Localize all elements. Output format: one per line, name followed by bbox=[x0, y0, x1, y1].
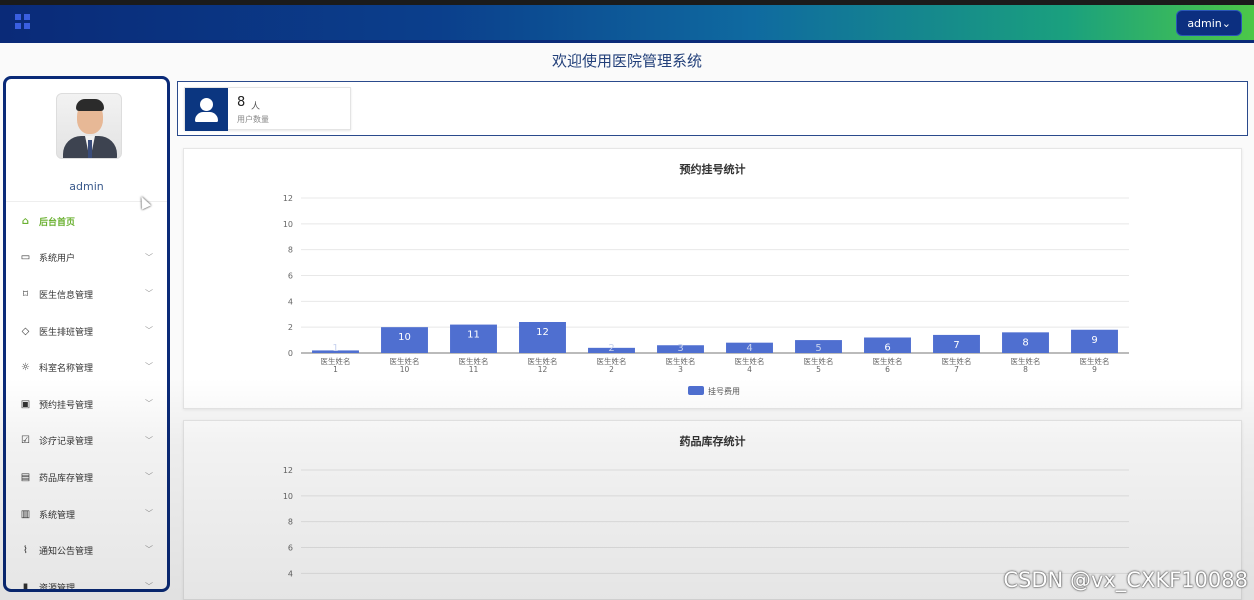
y-tick-label: 4 bbox=[288, 569, 293, 578]
bar-data-label: 3 bbox=[677, 343, 683, 354]
sidebar-username: admin bbox=[69, 180, 104, 193]
y-tick-label: 6 bbox=[288, 272, 293, 281]
tag-icon: ◇ bbox=[21, 325, 30, 337]
sidebar-item-system-users[interactable]: ▭ 系统用户 ﹀ bbox=[6, 240, 167, 277]
welcome-title: 欢迎使用医院管理系统 bbox=[551, 52, 702, 70]
y-tick-label: 12 bbox=[283, 194, 293, 203]
bar-data-label: 8 bbox=[1022, 337, 1028, 348]
chevron-down-icon: ﹀ bbox=[145, 398, 153, 408]
archive-icon: ▥ bbox=[20, 508, 31, 520]
chevron-down-icon: ﹀ bbox=[145, 289, 153, 299]
sidebar-item-label: 预约挂号管理 bbox=[39, 400, 94, 411]
inbox-icon: ▣ bbox=[20, 398, 31, 410]
chevron-down-icon: ﹀ bbox=[145, 581, 153, 591]
y-tick-label: 8 bbox=[288, 518, 293, 527]
bar-data-label: 4 bbox=[746, 343, 752, 354]
bar-data-label: 5 bbox=[815, 343, 821, 354]
sidebar-item-drug-inventory[interactable]: ▤ 药品库存管理 ﹀ bbox=[6, 459, 167, 496]
legend-swatch bbox=[688, 386, 704, 395]
grid-menu-icon[interactable] bbox=[15, 14, 30, 29]
sidebar-item-label: 资源管理 bbox=[39, 583, 76, 592]
stat-panel: 8 人 用户数量 bbox=[177, 81, 1248, 136]
bar-data-label: 2 bbox=[608, 343, 614, 354]
sidebar-item-label: 系统管理 bbox=[39, 510, 76, 521]
bar-data-label: 12 bbox=[536, 327, 549, 338]
bar-data-label: 6 bbox=[884, 343, 890, 354]
sidebar-item-treatment-records[interactable]: ☑ 诊疗记录管理 ﹀ bbox=[6, 423, 167, 460]
bar-data-label: 1 bbox=[332, 343, 338, 354]
chevron-down-icon: ﹀ bbox=[145, 435, 153, 445]
x-tick-label: 11 bbox=[469, 365, 479, 374]
x-tick-label: 3 bbox=[678, 365, 683, 374]
bar-data-label: 9 bbox=[1091, 335, 1097, 346]
user-count-value: 8 bbox=[237, 95, 246, 110]
sidebar-item-label: 科室名称管理 bbox=[39, 364, 94, 375]
y-tick-label: 12 bbox=[283, 466, 293, 475]
sidebar-item-appointment[interactable]: ▣ 预约挂号管理 ﹀ bbox=[6, 386, 167, 423]
user-count-label: 用户数量 bbox=[237, 115, 269, 124]
y-tick-label: 4 bbox=[288, 297, 293, 306]
x-tick-label: 8 bbox=[1023, 365, 1028, 374]
x-tick-label: 10 bbox=[400, 365, 410, 374]
sidebar-item-label: 医生信息管理 bbox=[39, 290, 94, 301]
message-icon: ▤ bbox=[20, 471, 31, 483]
bar-data-label: 7 bbox=[953, 340, 959, 351]
clipboard-check-icon: ☑ bbox=[21, 435, 30, 447]
x-tick-label: 9 bbox=[1092, 365, 1097, 374]
x-tick-label: 5 bbox=[816, 365, 821, 374]
x-tick-label: 7 bbox=[954, 365, 959, 374]
sidebar-item-label: 诊疗记录管理 bbox=[39, 437, 94, 448]
sidebar-item-notices[interactable]: ⌇ 通知公告管理 ﹀ bbox=[6, 532, 167, 569]
sidebar-item-system-admin[interactable]: ▥ 系统管理 ﹀ bbox=[6, 496, 167, 533]
sun-icon: ☼ bbox=[21, 362, 30, 374]
bar-data-label: 10 bbox=[398, 332, 411, 343]
sidebar-item-department[interactable]: ☼ 科室名称管理 ﹀ bbox=[6, 349, 167, 386]
sidebar-item-label: 药品库存管理 bbox=[39, 473, 94, 484]
top-bar: admin⌄ bbox=[0, 0, 1254, 43]
y-tick-label: 8 bbox=[288, 246, 293, 255]
user-count-card: 8 人 用户数量 bbox=[184, 87, 351, 131]
y-tick-label: 10 bbox=[283, 492, 293, 501]
sidebar-menu: ⌂ 后台首页 ▭ 系统用户 ﹀ ⌑ 医生信息管理 ﹀ ◇ 医生排班管理 ﹀ ☼ 科室名称管理 ﹀ … bbox=[6, 203, 167, 592]
sidebar-item-label: 系统用户 bbox=[39, 254, 76, 265]
sidebar: admin ⌂ 后台首页 ▭ 系统用户 ﹀ ⌑ 医生信息管理 ﹀ ◇ 医生排班管理 ﹀ ☼ 科室… bbox=[3, 76, 170, 592]
x-tick-label: 6 bbox=[885, 365, 890, 374]
user-icon bbox=[185, 88, 228, 131]
sidebar-item-resources[interactable]: ▮ 资源管理 ﹀ bbox=[6, 569, 167, 592]
chevron-down-icon: ﹀ bbox=[145, 508, 153, 518]
user-count-unit: 人 bbox=[251, 102, 261, 112]
chevron-down-icon: ﹀ bbox=[145, 545, 153, 555]
x-tick-label: 2 bbox=[609, 365, 614, 374]
watermark: CSDN @vx_CXKF10088 bbox=[1003, 568, 1248, 592]
chevron-down-icon: ﹀ bbox=[145, 362, 153, 372]
laptop-icon: ▭ bbox=[20, 252, 31, 264]
sidebar-item-label: 通知公告管理 bbox=[39, 547, 94, 558]
avatar bbox=[56, 93, 122, 159]
y-tick-label: 0 bbox=[288, 349, 293, 358]
sidebar-item-label: 后台首页 bbox=[39, 217, 76, 228]
paperclip-icon: ⌇ bbox=[23, 545, 28, 557]
x-tick-label: 12 bbox=[538, 365, 548, 374]
home-icon: ⌂ bbox=[21, 215, 30, 227]
appointment-bar-chart: 0246810121医生姓名110医生姓名1011医生姓名1112医生姓名122… bbox=[283, 194, 1129, 396]
y-tick-label: 2 bbox=[288, 323, 293, 332]
legend-label: 挂号费用 bbox=[708, 386, 740, 396]
bookmark-icon: ⌑ bbox=[22, 288, 29, 300]
x-tick-label: 4 bbox=[747, 365, 752, 374]
chevron-down-icon: ﹀ bbox=[145, 472, 153, 482]
folder-icon: ▮ bbox=[22, 581, 29, 592]
chevron-down-icon: ﹀ bbox=[145, 252, 153, 262]
sidebar-item-doctor-info[interactable]: ⌑ 医生信息管理 ﹀ bbox=[6, 276, 167, 313]
appointment-chart-card: 预约挂号统计 0 2 4 6 8 10 12 1 医生姓名 1 10 医生姓名 10 11 医生姓名 11 12… bbox=[183, 148, 1242, 409]
y-tick-label: 10 bbox=[283, 220, 293, 229]
sidebar-item-doctor-schedule[interactable]: ◇ 医生排班管理 ﹀ bbox=[6, 313, 167, 350]
y-tick-label: 6 bbox=[288, 544, 293, 553]
bar-data-label: 11 bbox=[467, 330, 480, 341]
x-tick-label: 1 bbox=[333, 365, 338, 374]
chevron-down-icon: ﹀ bbox=[145, 325, 153, 335]
sidebar-item-label: 医生排班管理 bbox=[39, 327, 94, 338]
user-menu-button[interactable]: admin⌄ bbox=[1176, 10, 1242, 36]
